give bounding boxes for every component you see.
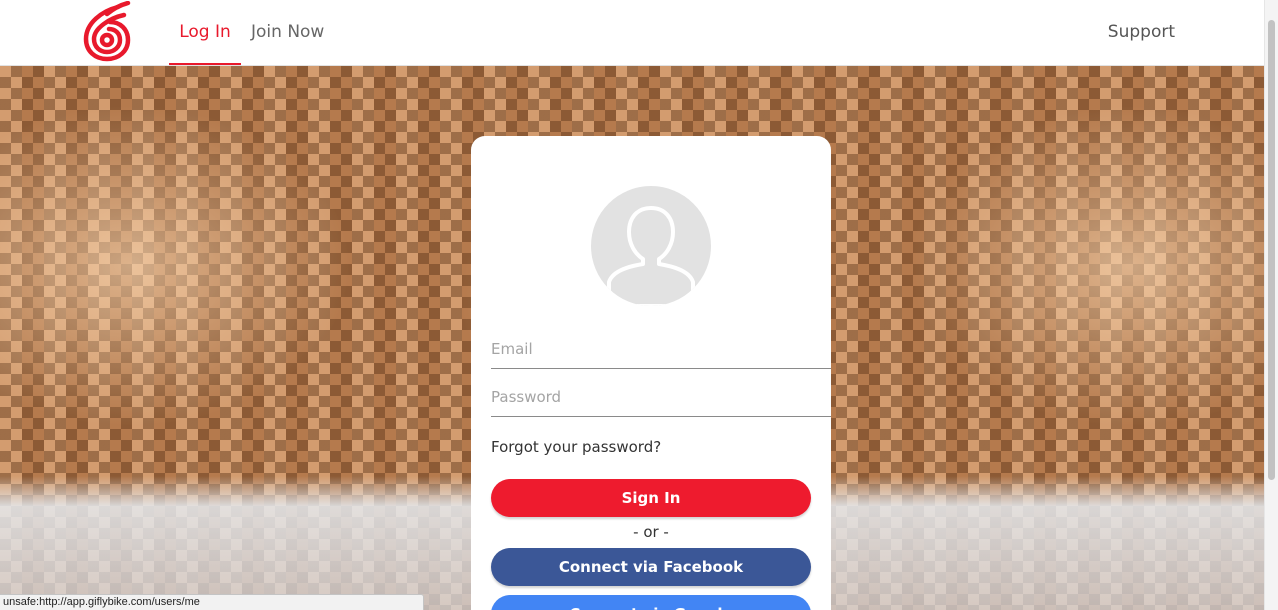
- forgot-password-link[interactable]: Forgot your password?: [491, 438, 661, 456]
- tab-join-now[interactable]: Join Now: [251, 0, 324, 65]
- status-bar-url: unsafe:http://app.giflybike.com/users/me: [0, 594, 424, 610]
- scrollbar-thumb[interactable]: [1268, 20, 1275, 480]
- login-card: Forgot your password? Sign In - or - Con…: [471, 136, 831, 610]
- sign-in-button[interactable]: Sign In: [491, 479, 811, 517]
- connect-facebook-button[interactable]: Connect via Facebook: [491, 548, 811, 586]
- support-link[interactable]: Support: [1108, 0, 1175, 65]
- email-field[interactable]: [491, 329, 831, 369]
- tab-log-in[interactable]: Log In: [169, 0, 241, 65]
- email-input[interactable]: [491, 329, 831, 368]
- top-header: Log In Join Now Support: [0, 0, 1264, 66]
- connect-google-button[interactable]: Connect via Google: [491, 595, 811, 610]
- brand-logo-icon[interactable]: [80, 1, 134, 63]
- vertical-scrollbar[interactable]: [1264, 0, 1278, 610]
- avatar-placeholder-icon: [591, 186, 711, 306]
- page: Log In Join Now Support Forgot your pass…: [0, 0, 1278, 610]
- or-divider: - or -: [633, 523, 669, 541]
- password-input[interactable]: [491, 377, 831, 416]
- password-field[interactable]: [491, 377, 831, 417]
